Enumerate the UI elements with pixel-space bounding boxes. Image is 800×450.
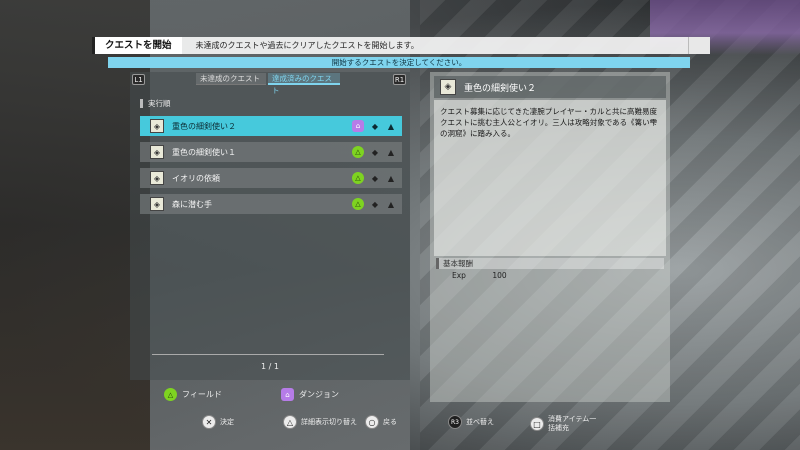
header-bar: クエストを開始 未達成のクエストや過去にクリアしたクエストを開始します。	[92, 37, 710, 54]
legend-field-label: フィールド	[182, 390, 222, 399]
back-control[interactable]: ○ 戻る	[365, 415, 397, 429]
quest-list: ◈ 重色の細剣使い２ ⌂ ◆ ▲ ◈ 重色の細剣使い１ △ ◆ ▲ ◈ イオリの…	[140, 116, 402, 220]
exp-label: Exp	[452, 271, 466, 280]
legend-dungeon: ⌂ ダンジョン	[281, 388, 339, 401]
quest-name: イオリの依頼	[172, 173, 220, 183]
field-icon: △	[352, 172, 364, 184]
field-icon: △	[352, 198, 364, 210]
section-label: 実行順	[140, 99, 171, 108]
triangle-icon: ▲	[387, 121, 395, 131]
back-label: 戻る	[383, 418, 397, 426]
triangle-button-icon: △	[283, 415, 297, 429]
page-description: 未達成のクエストや過去にクリアしたクエストを開始します。	[195, 41, 419, 50]
page-title: クエストを開始	[92, 37, 182, 54]
l1-button-hint[interactable]: L1	[132, 74, 145, 85]
divider	[152, 354, 384, 355]
legend-dungeon-label: ダンジョン	[299, 390, 339, 399]
reward-label: 基本報酬	[436, 258, 664, 269]
legend-field: △ フィールド	[164, 388, 222, 401]
toggle-detail-control[interactable]: △ 詳細表示切り替え	[283, 415, 357, 429]
diamond-icon: ◆	[371, 121, 379, 131]
quest-list-item[interactable]: ◈ 森に潜む手 △ ◆ ▲	[140, 194, 402, 214]
tab-row: L1 未達成のクエスト 達成済みのクエスト R1	[130, 72, 410, 95]
controller-hints: ✕ 決定 △ 詳細表示切り替え ○ 戻る R3 並べ替え □ 消費アイテム一括補…	[190, 415, 650, 433]
consume-items-label: 消費アイテム一括補充	[548, 415, 597, 432]
confirm-control[interactable]: ✕ 決定	[202, 415, 234, 429]
circle-button-icon: ○	[365, 415, 379, 429]
square-button-icon: □	[530, 417, 544, 431]
exp-value: 100	[492, 271, 507, 280]
detail-title: 重色の細剣使い２	[464, 83, 537, 94]
quest-list-item[interactable]: ◈ 重色の細剣使い１ △ ◆ ▲	[140, 142, 402, 162]
field-icon: △	[352, 146, 364, 158]
cross-button-icon: ✕	[202, 415, 216, 429]
consume-items-control[interactable]: □ 消費アイテム一括補充	[530, 415, 600, 433]
quest-name: 重色の細剣使い２	[172, 121, 236, 131]
tab-completed-quests[interactable]: 達成済みのクエスト	[268, 73, 340, 95]
quest-detail-panel: ◈ 重色の細剣使い２ クエスト募集に応じてきた凄腕プレイヤー・カルと共に高難易度…	[430, 72, 670, 402]
quest-emblem-icon: ◈	[150, 119, 164, 133]
header-cap	[688, 37, 710, 54]
diamond-icon: ◆	[371, 147, 379, 157]
instruction-bar: 開始するクエストを決定してください。	[108, 57, 690, 68]
page-indicator: 1 / 1	[261, 362, 279, 371]
quest-name: 森に潜む手	[172, 199, 212, 209]
detail-description: クエスト募集に応じてきた凄腕プレイヤー・カルと共に高難易度クエストに挑む主人公と…	[440, 107, 658, 138]
quest-list-item[interactable]: ◈ イオリの依頼 △ ◆ ▲	[140, 168, 402, 188]
field-icon: △	[164, 388, 177, 401]
r3-button-icon: R3	[448, 415, 462, 429]
quest-name: 重色の細剣使い１	[172, 147, 236, 157]
reward-exp-row: Exp 100	[452, 271, 507, 280]
toggle-detail-label: 詳細表示切り替え	[301, 418, 357, 426]
quest-emblem-icon: ◈	[150, 197, 164, 211]
quest-list-item[interactable]: ◈ 重色の細剣使い２ ⌂ ◆ ▲	[140, 116, 402, 136]
diamond-icon: ◆	[371, 173, 379, 183]
triangle-icon: ▲	[387, 173, 395, 183]
r1-button-hint[interactable]: R1	[393, 74, 406, 85]
triangle-icon: ▲	[387, 199, 395, 209]
detail-description-box: クエスト募集に応じてきた凄腕プレイヤー・カルと共に高難易度クエストに挑む主人公と…	[434, 100, 666, 256]
sort-control[interactable]: R3 並べ替え	[448, 415, 494, 429]
dungeon-icon: ⌂	[352, 120, 364, 132]
quest-emblem-icon: ◈	[150, 145, 164, 159]
diamond-icon: ◆	[371, 199, 379, 209]
confirm-label: 決定	[220, 418, 234, 426]
sort-label: 並べ替え	[466, 418, 494, 426]
triangle-icon: ▲	[387, 147, 395, 157]
quest-emblem-icon: ◈	[150, 171, 164, 185]
quest-emblem-icon: ◈	[440, 79, 456, 95]
quest-list-panel: L1 未達成のクエスト 達成済みのクエスト R1 実行順 ◈ 重色の細剣使い２ …	[130, 72, 410, 380]
tab-incomplete-quests[interactable]: 未達成のクエスト	[196, 73, 266, 85]
dungeon-icon: ⌂	[281, 388, 294, 401]
detail-header: ◈ 重色の細剣使い２	[434, 76, 666, 98]
